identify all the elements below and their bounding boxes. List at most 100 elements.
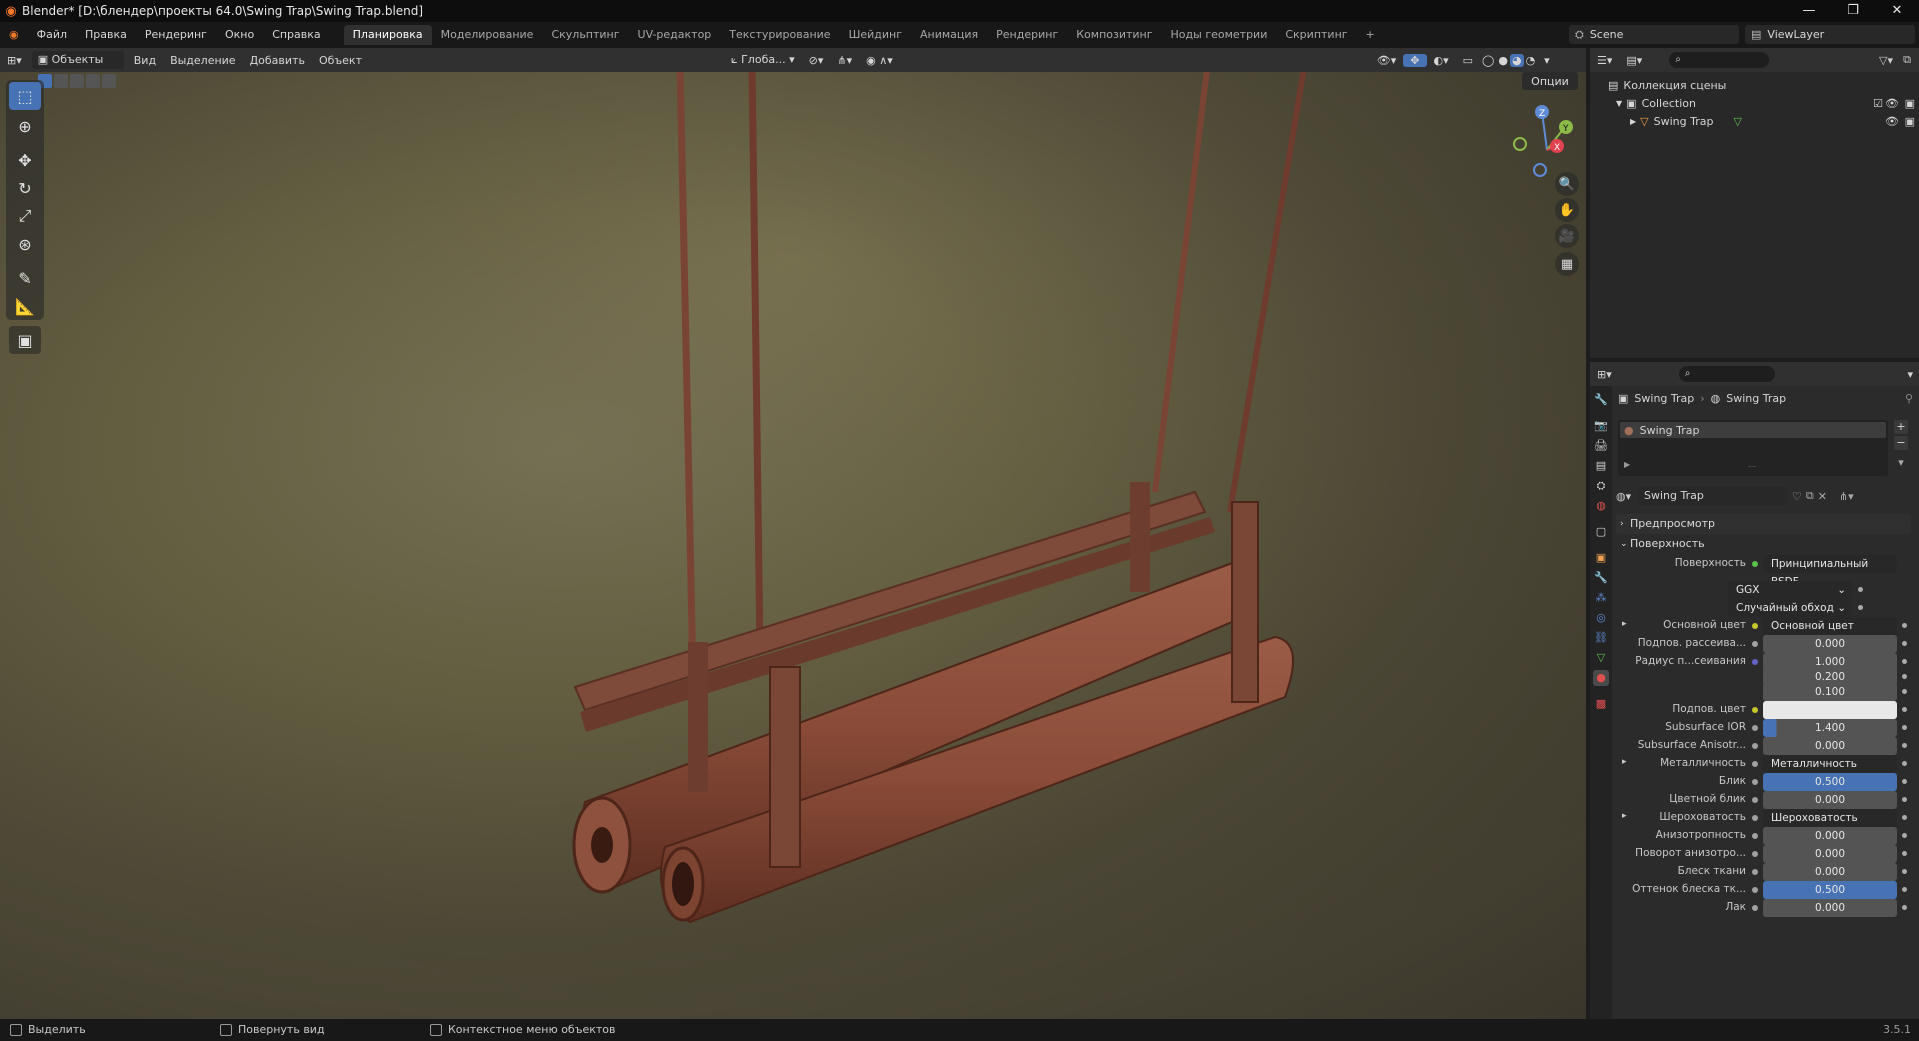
properties-search-input[interactable]: ⌕ — [1678, 366, 1775, 382]
expand-arrow-icon[interactable]: ▸ — [1622, 757, 1627, 767]
texture-tab-icon[interactable]: ▩ — [1593, 696, 1609, 712]
view-layer-tab-icon[interactable]: ▤ — [1593, 458, 1609, 474]
slot-list-expand-icon[interactable]: ▶ — [1624, 460, 1630, 469]
number-field[interactable]: 0.000 — [1763, 635, 1897, 653]
number-field[interactable]: 0.500 — [1763, 773, 1897, 791]
tab-uv-editing[interactable]: UV-редактор — [629, 25, 721, 45]
pan-hand-icon[interactable]: ✋ — [1555, 198, 1579, 222]
number-field[interactable]: 0.100 — [1763, 683, 1897, 701]
socket-icon[interactable] — [1752, 779, 1758, 785]
options-button[interactable]: Опции — [1522, 72, 1578, 90]
outliner-row-swing-trap[interactable]: ▶ ▽ Swing Trap ▽ 👁 ▣ — [1590, 112, 1919, 130]
linked-input-field[interactable]: Металличность — [1763, 755, 1897, 773]
socket-icon[interactable] — [1752, 623, 1758, 629]
slot-list-resize-handle[interactable]: ⋯ — [1748, 462, 1756, 471]
node-link-icon[interactable]: ⋔▾ — [1839, 490, 1854, 503]
overlays-icon[interactable]: ◐▾ — [1427, 54, 1456, 67]
object-tab-icon[interactable]: ▣ — [1593, 550, 1609, 566]
xray-icon[interactable]: ▭ — [1456, 54, 1480, 67]
expand-arrow-icon[interactable]: ▼ — [1616, 99, 1622, 108]
proportional-edit-icon[interactable]: ◉ ∧▾ — [859, 54, 900, 67]
shading-options-icon[interactable]: ▾ — [1537, 54, 1557, 67]
editor-type-icon[interactable]: ⊞▾ — [0, 54, 29, 67]
material-slot-list[interactable]: ● Swing Trap ▶ ⋯ — [1618, 420, 1888, 476]
constraints-tab-icon[interactable]: ⛓ — [1593, 630, 1609, 646]
socket-icon[interactable] — [1752, 815, 1758, 821]
visibility-eye-icon[interactable]: 👁 — [1885, 97, 1899, 110]
tab-geometry-nodes[interactable]: Ноды геометрии — [1162, 25, 1277, 45]
render-tab-icon[interactable]: 📷 — [1593, 418, 1609, 434]
select-intersect-icon[interactable] — [102, 74, 116, 88]
blender-menu-icon[interactable]: ◉ — [0, 25, 28, 45]
socket-icon[interactable] — [1752, 743, 1758, 749]
view-layer-name[interactable]: ViewLayer — [1767, 28, 1824, 41]
menu-select[interactable]: Выделение — [163, 54, 243, 67]
expand-arrow-icon[interactable]: ▶ — [1630, 117, 1636, 126]
gizmo-neg-z-handle[interactable] — [1533, 163, 1547, 177]
menu-render[interactable]: Рендеринг — [136, 25, 216, 45]
mode-dropdown[interactable]: ▣ Объекты — [31, 51, 124, 69]
number-field[interactable]: 0.000 — [1763, 737, 1897, 755]
outliner-row-scene-collection[interactable]: ▤ Коллекция сцены — [1590, 76, 1919, 94]
keyframe-dot[interactable] — [1902, 641, 1907, 646]
expand-arrow-icon[interactable]: ▸ — [1622, 619, 1627, 629]
keyframe-dot[interactable] — [1902, 905, 1907, 910]
gizmo-toggle-icon[interactable]: ✥ — [1403, 53, 1427, 67]
tab-texture-paint[interactable]: Текстурирование — [720, 25, 839, 45]
tab-shading[interactable]: Шейдинг — [840, 25, 911, 45]
add-cube-tool[interactable]: ▣ — [9, 326, 41, 354]
linked-input-field[interactable]: Основной цвет — [1763, 617, 1897, 635]
keyframe-dot[interactable] — [1902, 851, 1907, 856]
tab-rendering[interactable]: Рендеринг — [987, 25, 1067, 45]
pin-icon[interactable]: ⚲ — [1905, 392, 1913, 405]
render-camera-icon[interactable]: ▣ — [1905, 97, 1915, 110]
keyframe-dot[interactable] — [1858, 587, 1863, 592]
number-field[interactable]: 0.500 — [1763, 881, 1897, 899]
keyframe-dot[interactable] — [1902, 779, 1907, 784]
outliner-editor-type-icon[interactable]: ☰▾ — [1590, 54, 1619, 67]
socket-icon[interactable] — [1752, 659, 1758, 665]
browse-material-icon[interactable]: ◍▾ — [1616, 490, 1638, 503]
keyframe-dot[interactable] — [1902, 623, 1907, 628]
keyframe-dot[interactable] — [1902, 797, 1907, 802]
subsurface-method-dropdown[interactable]: Случайный обход ⌄ — [1728, 599, 1852, 617]
snap-icon[interactable]: ⋔▾ — [830, 54, 859, 67]
number-field[interactable]: 1.400 — [1763, 719, 1897, 737]
duplicate-material-icon[interactable]: ⧉ — [1806, 489, 1814, 503]
mesh-data-icon[interactable]: ▽ — [1733, 115, 1741, 128]
remove-slot-button[interactable]: − — [1894, 436, 1908, 450]
select-subtract-icon[interactable] — [70, 74, 84, 88]
view-layer-selector[interactable]: ▤ ViewLayer — [1745, 25, 1915, 44]
scene-tab-icon[interactable]: ⛭ — [1593, 478, 1609, 494]
color-swatch[interactable] — [1763, 701, 1897, 719]
collection-tab-icon[interactable]: ▢ — [1593, 524, 1609, 540]
keyframe-dot[interactable] — [1902, 887, 1907, 892]
menu-view[interactable]: Вид — [127, 54, 163, 67]
material-name-field[interactable]: Swing Trap — [1638, 487, 1788, 505]
shading-rendered-icon[interactable]: ◔ — [1524, 54, 1538, 67]
socket-icon[interactable] — [1752, 905, 1758, 911]
keyframe-dot[interactable] — [1902, 707, 1907, 712]
select-extend-icon[interactable] — [54, 74, 68, 88]
socket-icon[interactable] — [1752, 869, 1758, 875]
outliner-row-collection[interactable]: ▼ ▣ Collection ☑ 👁 ▣ — [1590, 94, 1919, 112]
properties-options-icon[interactable]: ▾ — [1907, 368, 1913, 381]
menu-file[interactable]: Файл — [28, 25, 76, 45]
keyframe-dot[interactable] — [1902, 674, 1907, 679]
filter-icon[interactable]: ▽▾ — [1879, 54, 1893, 67]
tab-modeling[interactable]: Моделирование — [432, 25, 543, 45]
rotate-tool[interactable]: ↻ — [9, 174, 41, 202]
number-field[interactable]: 0.000 — [1763, 845, 1897, 863]
close-button[interactable]: ✕ — [1875, 0, 1919, 22]
properties-editor-type-icon[interactable]: ⊞▾ — [1590, 368, 1619, 381]
maximize-button[interactable]: ❐ — [1831, 0, 1875, 22]
number-field[interactable]: 0.000 — [1763, 899, 1897, 917]
shading-solid-icon[interactable]: ● — [1496, 54, 1510, 67]
scale-tool[interactable]: ⤢ — [9, 202, 41, 230]
output-tab-icon[interactable]: 🖨 — [1593, 438, 1609, 454]
outliner-display-mode-icon[interactable]: ▤▾ — [1619, 54, 1649, 67]
move-tool[interactable]: ✥ — [9, 146, 41, 174]
exclude-checkbox[interactable]: ☑ — [1873, 97, 1883, 110]
tab-layout[interactable]: Планировка — [343, 25, 432, 45]
menu-edit[interactable]: Правка — [76, 25, 136, 45]
